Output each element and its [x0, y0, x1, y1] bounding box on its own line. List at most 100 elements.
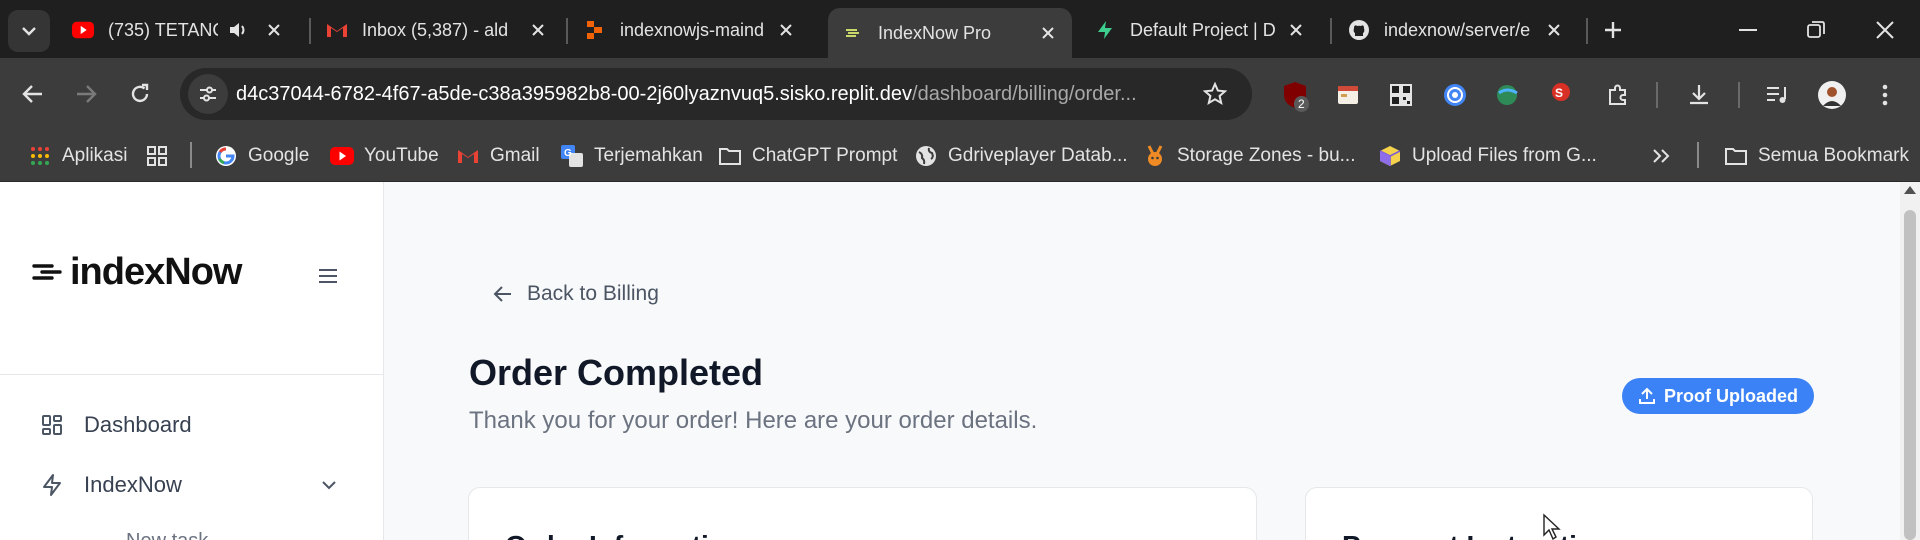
tab-title: IndexNow Pro	[878, 22, 992, 43]
media-controls-button[interactable]	[1763, 80, 1793, 110]
chevron-down-icon[interactable]	[318, 474, 340, 496]
puzzle-icon	[1609, 84, 1626, 105]
sidebar-toggle-button[interactable]	[316, 266, 340, 286]
tab-indexnow-pro[interactable]: IndexNow Pro	[828, 8, 1072, 58]
browser-menu-button[interactable]	[1870, 80, 1900, 110]
tab-replit[interactable]: indexnowjs-maind	[570, 8, 810, 52]
gmail-icon	[326, 19, 348, 41]
extensions-menu-button[interactable]	[1603, 80, 1633, 110]
idm-extension-button[interactable]	[1493, 80, 1523, 110]
qr-extension-button[interactable]	[1386, 80, 1416, 110]
sidebar-item-dashboard[interactable]: Dashboard	[40, 408, 192, 442]
replit-icon	[584, 19, 606, 41]
extension-button[interactable]	[1333, 80, 1363, 110]
bookmark-google[interactable]: Google	[214, 142, 309, 170]
mouse-cursor-icon	[1543, 513, 1561, 540]
arrow-left-icon	[493, 286, 511, 302]
double-chevron-right-icon	[1653, 149, 1670, 163]
menu-icon	[319, 269, 337, 283]
bookmark-label: Aplikasi	[62, 145, 128, 166]
bookmark-apps[interactable]: Aplikasi	[28, 142, 127, 170]
svg-text:G: G	[564, 148, 572, 159]
gmail-icon	[456, 144, 480, 168]
restore-button[interactable]	[1793, 10, 1839, 50]
site-info-button[interactable]	[188, 74, 228, 114]
ublock-extension-button[interactable]: 2	[1280, 80, 1310, 112]
card-title: Order Information	[505, 530, 743, 540]
close-icon[interactable]	[524, 16, 552, 44]
minimize-button[interactable]	[1725, 10, 1771, 50]
sidebar: indexNow Dashboard IndexNow New task	[0, 182, 384, 540]
new-tab-button[interactable]	[1597, 14, 1629, 46]
lightning-icon	[43, 474, 61, 496]
google-icon	[214, 144, 238, 168]
bookmark-star-button[interactable]	[1200, 79, 1230, 109]
tab-gmail[interactable]: Inbox (5,387) - ald	[312, 8, 562, 52]
extension-button[interactable]	[1440, 80, 1470, 110]
tab-supabase[interactable]: Default Project | D	[1080, 8, 1320, 52]
url-path: /dashboard/billing/order...	[912, 83, 1137, 105]
reload-button[interactable]	[120, 74, 160, 114]
bookmark-youtube[interactable]: YouTube	[330, 142, 439, 170]
close-icon[interactable]	[772, 16, 800, 44]
page-viewport: indexNow Dashboard IndexNow New task Bac…	[0, 182, 1920, 540]
tab-search-button[interactable]	[8, 10, 50, 52]
more-bookmarks-button[interactable]	[1652, 142, 1670, 170]
github-icon	[1348, 19, 1370, 41]
back-nav-button[interactable]	[13, 74, 53, 114]
calendar-icon	[1338, 86, 1358, 104]
dashboard-icon	[42, 415, 62, 435]
close-icon[interactable]	[260, 16, 288, 44]
scrollbar[interactable]	[1900, 182, 1920, 540]
sidebar-item-indexnow[interactable]: IndexNow	[40, 468, 182, 502]
main-content: Back to Billing Order Completed Thank yo…	[385, 182, 1900, 540]
page-title: Order Completed	[469, 352, 764, 393]
folder-icon	[1724, 144, 1748, 168]
tab-youtube[interactable]: (735) TETANGG	[58, 8, 298, 52]
speaker-icon[interactable]	[228, 19, 250, 41]
close-icon[interactable]	[1282, 16, 1310, 44]
all-bookmarks-button[interactable]: Semua Bookmark	[1724, 142, 1909, 170]
bookmark-folder-chatgpt[interactable]: ChatGPT Prompt	[718, 142, 897, 170]
close-icon[interactable]	[1034, 19, 1062, 47]
bookmark-gdriveplayer[interactable]: Gdriveplayer Datab...	[914, 142, 1128, 170]
url-text[interactable]: d4c37044-6782-4f67-a5de-c38a395982b8-00-…	[236, 83, 1137, 106]
scrollbar-thumb[interactable]	[1904, 210, 1916, 540]
tab-groups-button[interactable]	[145, 142, 169, 170]
bookmark-storage-zones[interactable]: Storage Zones - bu...	[1143, 142, 1356, 170]
close-window-button[interactable]	[1862, 10, 1908, 50]
browser-toolbar: d4c37044-6782-4f67-a5de-c38a395982b8-00-…	[0, 58, 1920, 130]
forward-nav-button[interactable]	[66, 74, 106, 114]
close-icon[interactable]	[1540, 16, 1568, 44]
tab-divider	[1586, 18, 1588, 44]
address-bar[interactable]: d4c37044-6782-4f67-a5de-c38a395982b8-00-…	[180, 68, 1252, 120]
toolbar-divider	[1738, 82, 1740, 108]
back-to-billing-link[interactable]: Back to Billing	[493, 282, 659, 306]
qr-code-icon	[1390, 84, 1412, 106]
scroll-up-arrow-icon[interactable]	[1904, 186, 1916, 194]
profile-avatar-button[interactable]	[1817, 80, 1847, 110]
tab-github[interactable]: indexnow/server/e	[1334, 8, 1578, 52]
bookmark-translate[interactable]: G Terjemahkan	[560, 142, 703, 170]
downloads-button[interactable]	[1684, 80, 1714, 110]
star-icon	[1203, 82, 1227, 106]
bookmark-label: YouTube	[364, 145, 439, 166]
apps-grid-icon	[28, 144, 52, 168]
avatar	[1818, 81, 1846, 109]
minimize-icon	[1739, 29, 1757, 31]
arrow-left-icon	[22, 85, 42, 103]
translate-icon: G	[560, 144, 584, 168]
bookmark-upload-files[interactable]: Upload Files from G...	[1378, 142, 1597, 170]
extension-badge: 2	[1294, 96, 1309, 112]
bookmark-gmail[interactable]: Gmail	[456, 142, 540, 170]
bookmark-label: Storage Zones - bu...	[1177, 145, 1356, 166]
sidebar-subitem[interactable]: New task	[126, 530, 208, 540]
tab-strip: (735) TETANGG Inbox (5,387) - ald indexn…	[0, 0, 1920, 58]
logo[interactable]: indexNow	[32, 251, 242, 293]
seo-extension-button[interactable]: S	[1546, 80, 1576, 110]
tab-title: Inbox (5,387) - ald	[362, 19, 509, 40]
tab-title: indexnow/server/e	[1384, 19, 1531, 40]
page-subtitle: Thank you for your order! Here are your …	[469, 407, 1038, 434]
youtube-icon	[330, 144, 354, 168]
chevron-down-icon	[22, 27, 36, 36]
